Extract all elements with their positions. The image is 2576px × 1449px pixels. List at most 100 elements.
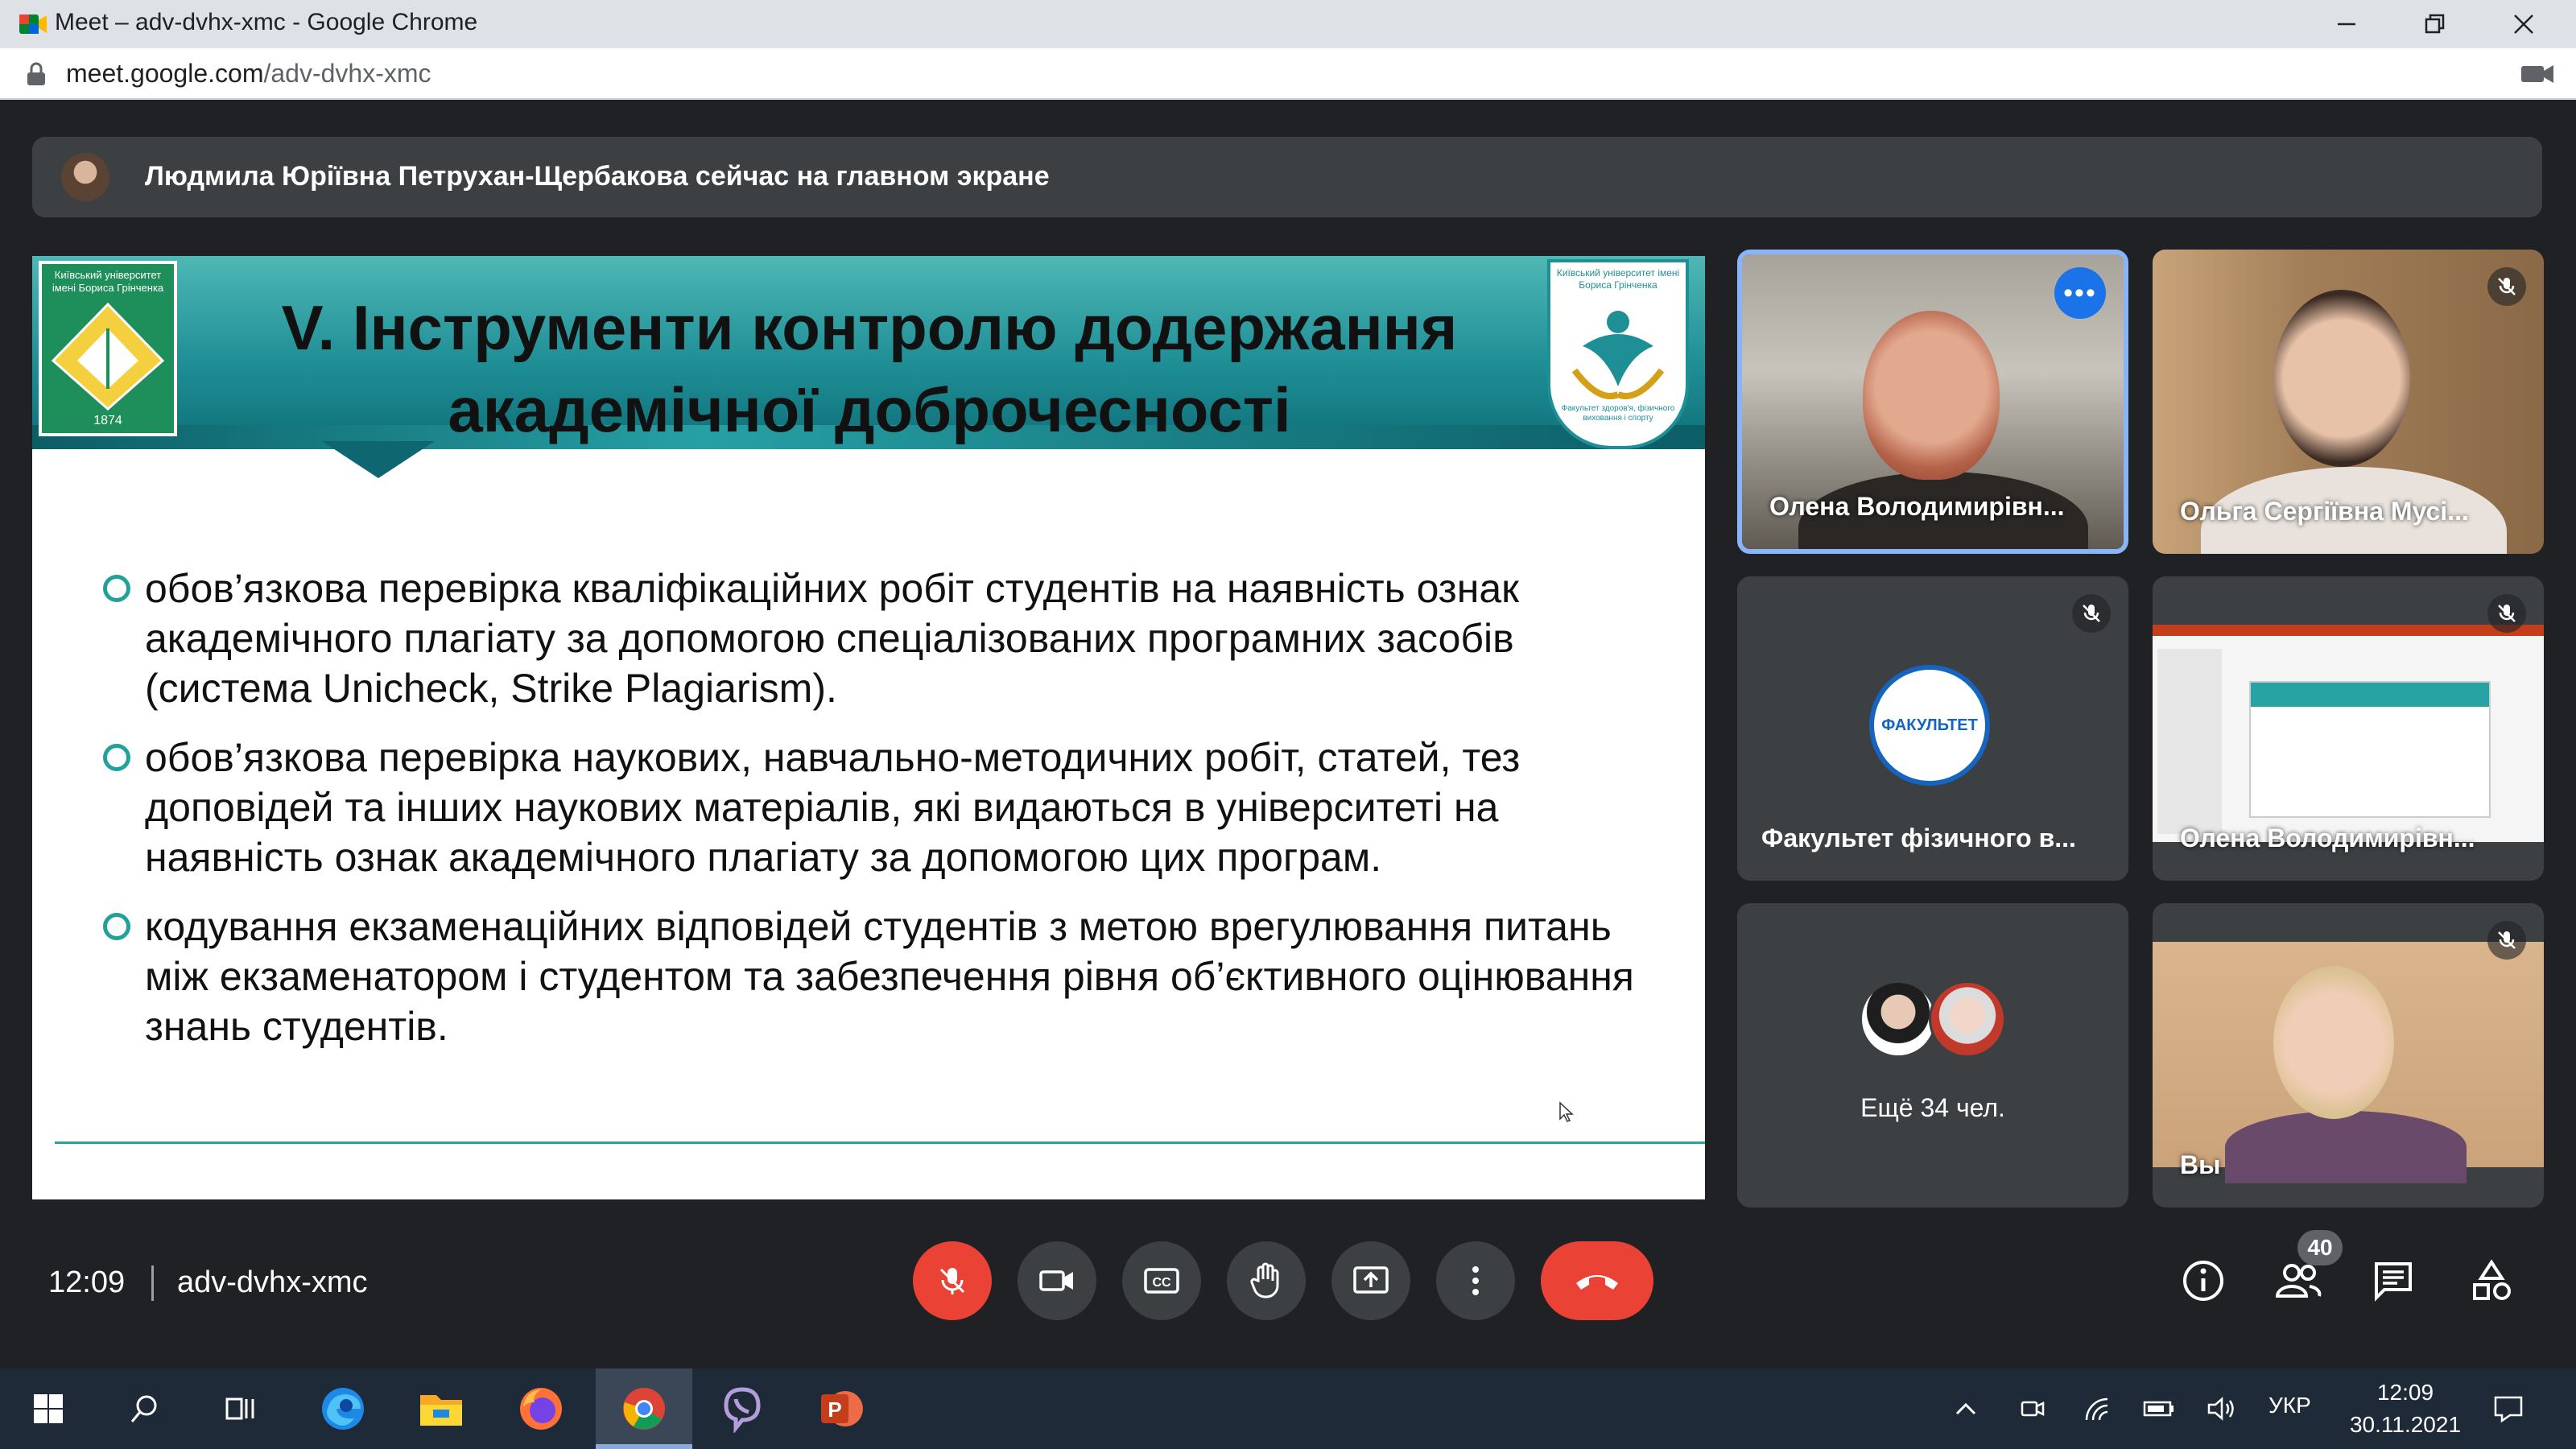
close-icon bbox=[2514, 14, 2533, 34]
url-text[interactable]: meet.google.com/adv-dvhx-xmc bbox=[66, 59, 431, 89]
taskbar-file-explorer[interactable] bbox=[415, 1383, 467, 1435]
bottom-bar-separator bbox=[151, 1265, 154, 1301]
mic-off-icon bbox=[2487, 921, 2526, 960]
university-logo-text: Київський університет імені Бориса Грінч… bbox=[52, 269, 164, 294]
window-title: Meet – adv-dvhx-xmc - Google Chrome bbox=[55, 9, 478, 35]
slide-bullet-text: кодування екзаменаційних відповідей студ… bbox=[145, 904, 1634, 1049]
slide-bullet: обов’язкова перевірка наукових, навчальн… bbox=[103, 733, 1665, 882]
taskbar-firefox[interactable] bbox=[515, 1383, 567, 1435]
tray-battery[interactable] bbox=[2141, 1393, 2177, 1425]
address-bar[interactable]: meet.google.com/adv-dvhx-xmc bbox=[0, 48, 2576, 100]
slide-bullet: кодування екзаменаційних відповідей студ… bbox=[103, 902, 1665, 1051]
url-host: meet.google.com bbox=[66, 59, 264, 88]
present-screen-icon bbox=[1353, 1266, 1389, 1294]
slide-bullet-list: обов’язкова перевірка кваліфікаційних ро… bbox=[103, 564, 1665, 1071]
svg-text:P: P bbox=[828, 1397, 841, 1422]
bullet-circle-icon bbox=[103, 744, 130, 771]
tray-volume[interactable] bbox=[2204, 1393, 2240, 1425]
thumbnail-ribbon bbox=[2153, 625, 2544, 636]
lock-icon[interactable] bbox=[24, 61, 48, 87]
participant-name: Олена Володимирівн... bbox=[2180, 824, 2475, 852]
thumbnail-document bbox=[2249, 681, 2491, 818]
mic-off-icon bbox=[2072, 594, 2111, 633]
taskbar-chrome[interactable] bbox=[618, 1383, 670, 1435]
more-options-button[interactable] bbox=[1436, 1241, 1515, 1320]
university-logo-year: 1874 bbox=[93, 414, 122, 427]
tray-network[interactable] bbox=[2080, 1393, 2116, 1425]
camera-in-use-icon[interactable] bbox=[2520, 61, 2555, 87]
edge-icon bbox=[322, 1388, 364, 1430]
bullet-circle-icon bbox=[103, 913, 130, 940]
start-button[interactable] bbox=[23, 1383, 74, 1435]
leave-call-button[interactable] bbox=[1541, 1241, 1653, 1320]
university-emblem-icon bbox=[51, 302, 165, 411]
taskbar-clock[interactable]: 12:09 30.11.2021 bbox=[2341, 1377, 2470, 1441]
raise-hand-button[interactable] bbox=[1227, 1241, 1306, 1320]
faculty-logo-top-text: Київський університет імені Бориса Грінч… bbox=[1556, 267, 1680, 291]
participant-video-face bbox=[1863, 311, 2000, 480]
participant-tile[interactable]: Ольга Сергіївна Мусі... bbox=[2153, 250, 2544, 554]
self-tile[interactable]: Вы bbox=[2153, 903, 2544, 1208]
meet-now-icon bbox=[2021, 1401, 2045, 1417]
input-language-indicator[interactable]: УКР bbox=[2268, 1393, 2311, 1418]
microphone-toggle-button[interactable] bbox=[913, 1241, 992, 1320]
participant-name: Вы bbox=[2180, 1150, 2221, 1179]
more-participants-tile[interactable]: Ещё 34 чел. bbox=[1737, 903, 2128, 1208]
hand-icon bbox=[1250, 1262, 1279, 1298]
task-view-button[interactable] bbox=[214, 1383, 266, 1435]
slide-divider bbox=[55, 1141, 1705, 1144]
more-participants-avatars bbox=[1860, 980, 2006, 1061]
slide-title-line-2: академічної доброчесності bbox=[448, 374, 1291, 445]
faculty-emblem-icon bbox=[1571, 311, 1665, 399]
more-vert-icon bbox=[1472, 1266, 1479, 1295]
participant-tile[interactable]: ••• Олена Володимирівн... bbox=[1737, 250, 2128, 554]
meeting-details-button[interactable] bbox=[2167, 1245, 2240, 1317]
captions-button[interactable]: CC bbox=[1122, 1241, 1201, 1320]
minimize-button[interactable] bbox=[2302, 0, 2391, 48]
presentation-slide: Київський університет імені Бориса Грінч… bbox=[32, 256, 1705, 1199]
present-screen-button[interactable] bbox=[1331, 1241, 1410, 1320]
browser-titlebar: Meet – adv-dvhx-xmc - Google Chrome bbox=[0, 0, 2576, 48]
activities-button[interactable] bbox=[2455, 1245, 2528, 1317]
participant-tile[interactable]: ФАКУЛЬТЕТ Факультет фізичного в... bbox=[1737, 576, 2128, 881]
taskbar-powerpoint[interactable]: P bbox=[815, 1383, 866, 1435]
mic-off-glyph bbox=[2498, 931, 2516, 949]
thumbnail-slide-panel bbox=[2157, 649, 2222, 834]
thumbnail-document-header bbox=[2251, 683, 2489, 707]
notifications-button[interactable] bbox=[2491, 1393, 2526, 1425]
slide-bullet-text: обов’язкова перевірка наукових, навчальн… bbox=[145, 735, 1521, 880]
self-video-face bbox=[2273, 966, 2394, 1119]
meeting-code[interactable]: adv-dvhx-xmc bbox=[177, 1265, 368, 1300]
tray-overflow-button[interactable] bbox=[1948, 1393, 1984, 1425]
tray-meet-now[interactable] bbox=[2014, 1393, 2050, 1425]
windows-logo-icon bbox=[34, 1394, 63, 1423]
taskbar-time: 12:09 bbox=[2376, 1380, 2434, 1405]
taskbar-edge[interactable] bbox=[317, 1383, 369, 1435]
participant-tile[interactable]: Олена Володимирівн... bbox=[2153, 576, 2544, 881]
search-button[interactable] bbox=[119, 1383, 171, 1435]
notification-icon bbox=[2494, 1396, 2523, 1423]
mic-off-icon bbox=[939, 1268, 965, 1294]
more-options-icon[interactable]: ••• bbox=[2054, 267, 2106, 319]
taskbar-viber[interactable] bbox=[716, 1383, 768, 1435]
camera-toggle-button[interactable] bbox=[1018, 1241, 1096, 1320]
participant-video-face bbox=[2273, 290, 2410, 467]
participant-name: Ольга Сергіївна Мусі... bbox=[2180, 497, 2469, 526]
activities-shapes-icon bbox=[2473, 1259, 2511, 1300]
presenter-banner: Людмила Юріївна Петрухан-Щербакова сейча… bbox=[32, 137, 2542, 217]
meeting-clock: 12:09 bbox=[48, 1265, 126, 1299]
firefox-icon bbox=[520, 1388, 562, 1430]
mic-off-glyph bbox=[2083, 605, 2100, 622]
presenter-avatar bbox=[61, 153, 109, 201]
shared-screen-thumbnail bbox=[2153, 625, 2544, 842]
avatar bbox=[1929, 980, 2006, 1058]
people-icon bbox=[2275, 1264, 2322, 1298]
close-button[interactable] bbox=[2479, 0, 2568, 48]
slide-bullet: обов’язкова перевірка кваліфікаційних ро… bbox=[103, 564, 1665, 713]
restore-button[interactable] bbox=[2391, 0, 2479, 48]
participant-name: Олена Володимирівн... bbox=[1769, 492, 2065, 521]
presenter-banner-text: Людмила Юріївна Петрухан-Щербакова сейча… bbox=[145, 161, 1050, 192]
chat-button[interactable] bbox=[2357, 1245, 2429, 1317]
mic-off-icon bbox=[2487, 267, 2526, 306]
battery-icon bbox=[2143, 1401, 2174, 1417]
